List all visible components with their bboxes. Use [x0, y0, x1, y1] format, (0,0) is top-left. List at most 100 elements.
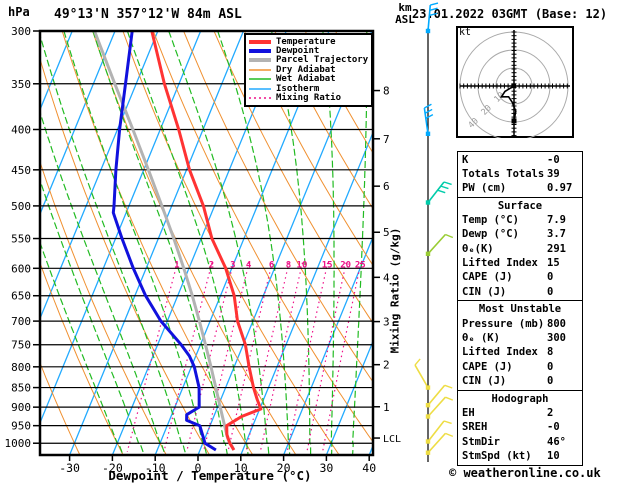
svg-text:4: 4	[246, 260, 252, 270]
info-row-value: 2	[547, 407, 554, 420]
info-table-title: Surface	[497, 199, 543, 212]
info-row-label: PW (cm)	[462, 182, 507, 195]
info-table-section: K -0 Totals Totals 39 PW (cm) 0.97	[457, 150, 583, 199]
svg-text:900: 900	[11, 401, 31, 414]
info-table-row: StmDir 46°	[458, 435, 582, 449]
svg-text:350: 350	[11, 78, 31, 91]
info-row-value: 3.7	[547, 228, 566, 241]
info-row-value: -0	[547, 153, 560, 166]
svg-text:450: 450	[11, 164, 31, 177]
info-row-value: -0	[547, 421, 560, 434]
info-table-row: Lifted Index 8	[458, 345, 582, 359]
wind-barb	[425, 2, 439, 34]
info-row-value: 15	[547, 257, 560, 270]
info-row-value: 0	[547, 360, 554, 373]
legend-item: Mixing Ratio	[248, 93, 371, 104]
info-row-value: 800	[547, 317, 566, 330]
svg-text:6: 6	[269, 260, 274, 270]
info-row-value: 46°	[547, 435, 566, 448]
info-table-row: Lifted Index 15	[458, 256, 582, 270]
info-row-value: 300	[547, 332, 566, 345]
info-row-label: θₑ (K)	[462, 332, 500, 345]
info-row-label: Totals Totals	[462, 167, 545, 180]
svg-text:8: 8	[286, 260, 291, 270]
svg-text:1: 1	[174, 260, 179, 270]
info-row-label: CAPE (J)	[462, 360, 513, 373]
info-table-section: Hodograph EH 2 SREH -0 StmDir 46° StmSpd (kt) 10	[457, 389, 583, 467]
hodograph-ring-label: 20	[480, 103, 494, 117]
wind-barb-column	[414, 2, 454, 462]
svg-text:1000: 1000	[5, 437, 32, 450]
legend-swatch-6	[249, 97, 271, 99]
info-row-label: Lifted Index	[462, 257, 538, 270]
pressure-tick-labels: 300 350 400 450 500 550 600 650 700 750 800 850 900 9…	[5, 25, 40, 450]
info-table-row: EH 2	[458, 406, 582, 420]
hodograph-unit-label: kt	[459, 27, 472, 38]
info-table-row: SREH -0	[458, 420, 582, 434]
hodograph-ring-label: 40	[467, 116, 481, 130]
info-row-label: Pressure (mb)	[462, 317, 545, 330]
temperature-axis-title: Dewpoint / Temperature (°C)	[108, 468, 312, 483]
mixing-ratio-axis-title: Mixing Ratio (g/kg)	[388, 227, 402, 354]
legend-box: Temperature Dewpoint Parcel Trajectory Dry …	[244, 33, 373, 107]
legend-swatch-4	[249, 78, 271, 80]
info-row-value: 291	[547, 242, 566, 255]
info-table-row: CIN (J) 0	[458, 374, 582, 388]
svg-text:25: 25	[355, 260, 366, 270]
info-row-value: 0	[547, 374, 554, 387]
hodograph-origin-marker	[512, 84, 516, 88]
info-table-row: Totals Totals 39	[458, 167, 582, 181]
info-table-row: CAPE (J) 0	[458, 270, 582, 284]
svg-text:700: 700	[11, 315, 31, 328]
svg-text:10: 10	[297, 260, 308, 270]
wind-barb	[425, 396, 454, 419]
info-table-title: Hodograph	[491, 392, 549, 405]
svg-text:8: 8	[383, 85, 390, 98]
footer-credit: © weatheronline.co.uk	[449, 466, 601, 480]
legend-swatch-1	[249, 49, 271, 54]
info-row-label: StmDir	[462, 435, 500, 448]
svg-text:850: 850	[11, 382, 31, 395]
svg-text:550: 550	[11, 233, 31, 246]
wind-barb	[423, 103, 434, 136]
info-table-row: θₑ(K) 291	[458, 242, 582, 256]
info-row-value: 0	[547, 285, 554, 298]
indices-tables: K -0 Totals Totals 39 PW (cm) 0.97 Surface Temp…	[457, 150, 583, 467]
legend-swatch-5	[249, 87, 271, 90]
svg-text:15: 15	[322, 260, 333, 270]
legend-label: Mixing Ratio	[276, 93, 342, 104]
info-row-value: 10	[547, 449, 560, 462]
info-table-row: Temp (°C) 7.9	[458, 213, 582, 227]
svg-text:2: 2	[209, 260, 214, 270]
legend-item: Parcel Trajectory	[248, 55, 371, 65]
skewt-sounding-app: hPa 49°13'N 357°12'W 84m ASL km ASL 23.0…	[0, 0, 629, 486]
svg-text:750: 750	[11, 339, 31, 352]
info-row-label: CAPE (J)	[462, 271, 513, 284]
lcl-label: LCL	[383, 434, 401, 445]
hodograph-trace-end-marker	[511, 118, 517, 124]
info-row-label: K	[462, 153, 469, 166]
svg-text:400: 400	[11, 123, 31, 136]
info-row-label: StmSpd (kt)	[462, 449, 532, 462]
info-row-label: Temp (°C)	[462, 214, 519, 227]
info-table-row: Dewp (°C) 3.7	[458, 227, 582, 241]
hodograph-plot: 102040	[459, 30, 570, 138]
info-row-label: CIN (J)	[462, 374, 507, 387]
mixing-ratio-lines	[126, 262, 362, 452]
legend-item: Isotherm	[248, 84, 371, 94]
svg-text:6: 6	[383, 180, 390, 193]
svg-text:20: 20	[340, 260, 351, 270]
wind-barb	[425, 432, 454, 455]
svg-text:300: 300	[11, 25, 31, 38]
info-row-label: Dewp (°C)	[462, 228, 519, 241]
info-row-label: θₑ(K)	[462, 242, 494, 255]
info-table-section: Surface Temp (°C) 7.9 Dewp (°C) 3.7 θₑ(K) 291 L…	[457, 196, 583, 302]
svg-text:650: 650	[11, 290, 31, 303]
svg-text:600: 600	[11, 262, 31, 275]
info-row-value: 0	[547, 271, 554, 284]
svg-text:1: 1	[383, 401, 390, 414]
legend-item: Wet Adiabat	[248, 74, 371, 84]
info-table-title: Most Unstable	[478, 303, 562, 316]
svg-text:950: 950	[11, 420, 31, 433]
info-table-row: K -0	[458, 153, 582, 167]
